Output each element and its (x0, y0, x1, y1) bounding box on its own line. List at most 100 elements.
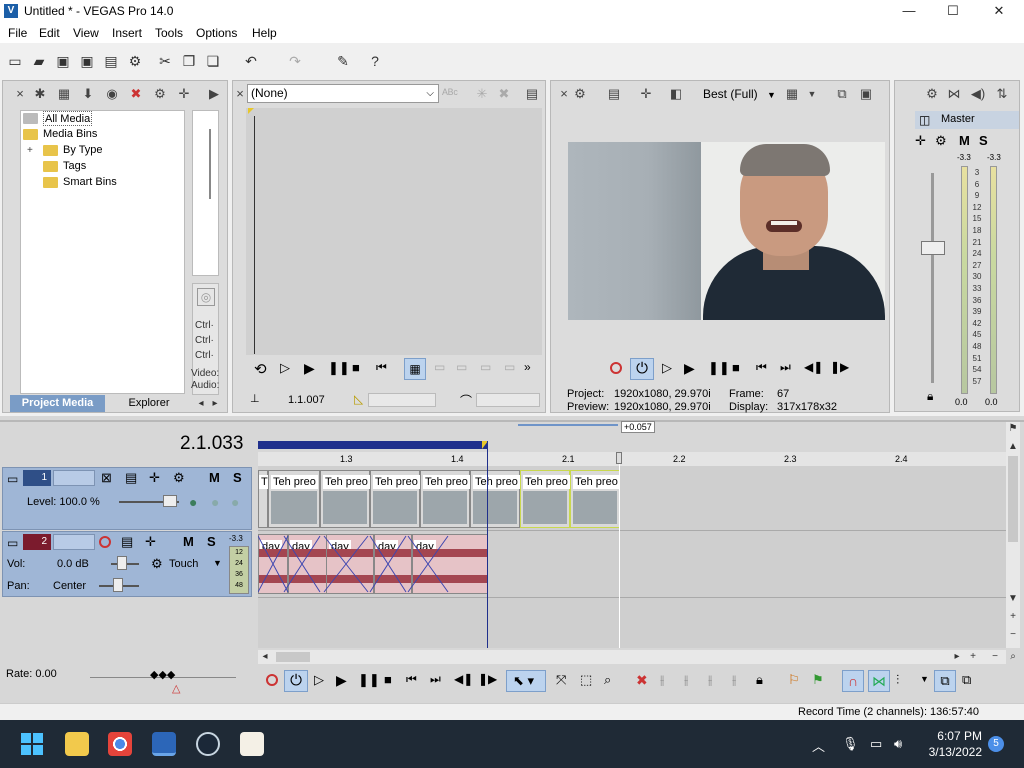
next-frame-icon[interactable]: ❚▶ (830, 360, 849, 374)
normal-edit-tool-icon[interactable]: ⬉ ▾ (506, 670, 546, 692)
tree-item-by-type[interactable]: By Type (63, 143, 103, 158)
audio-mute-button[interactable]: M (183, 534, 194, 549)
timeline-ruler[interactable] (258, 452, 1006, 466)
media-fx-icon[interactable]: ✛ (175, 85, 193, 103)
add-timeline4-icon[interactable]: ▭ (504, 360, 515, 374)
pause-icon[interactable]: ❚❚ (358, 672, 380, 688)
get-media-icon[interactable]: ⬇ (79, 85, 97, 103)
trimmer-out-field[interactable] (476, 393, 540, 407)
track-name-field[interactable] (53, 534, 95, 550)
divider[interactable] (0, 420, 1024, 422)
track-fx-icon[interactable]: ✛ (145, 534, 156, 550)
track-fx-icon[interactable]: ✛ (149, 470, 160, 486)
device-icon[interactable]: ▤ (605, 85, 623, 103)
notification-badge[interactable]: 5 (988, 736, 1004, 752)
play-from-start-icon[interactable]: ▷ (314, 672, 324, 688)
loop-playback-icon[interactable]: ⏻ (630, 358, 654, 380)
clock-date[interactable]: 3/13/2022 (922, 745, 982, 759)
master-fader-handle[interactable] (921, 241, 945, 255)
trimmer-tool-icon[interactable]: ✳ (473, 85, 491, 103)
record-icon[interactable] (266, 674, 278, 686)
split-icon[interactable]: ⫲ (732, 672, 736, 688)
video-clip[interactable]: Teh preo (420, 470, 470, 528)
zoom-out-icon[interactable]: − (988, 650, 1002, 664)
zoom-out-vertical-icon[interactable]: − (1006, 628, 1020, 642)
video-solo-button[interactable]: S (233, 470, 242, 485)
trimmer-view[interactable] (246, 108, 542, 355)
video-clip[interactable]: Teh preo (470, 470, 520, 528)
video-mute-button[interactable]: M (209, 470, 220, 485)
selection-tool-icon[interactable]: ⬚ (580, 672, 592, 688)
master-fx-icon[interactable]: ✛ (915, 133, 926, 149)
add-timeline3-icon[interactable]: ▭ (480, 360, 491, 374)
parent-icon[interactable]: ● (211, 494, 219, 510)
play-from-start-icon[interactable]: ▷ (662, 360, 672, 376)
chevron-up-icon[interactable]: ︿ (812, 736, 825, 755)
composite-mode-icon[interactable]: ● (189, 494, 197, 510)
panel-more-icon[interactable]: ▶ (205, 85, 223, 103)
overlay-icon[interactable]: ◧ (667, 85, 685, 103)
video-clip[interactable]: Teh preo (320, 470, 370, 528)
expand-icon[interactable]: + (27, 145, 33, 156)
menu-edit[interactable]: Edit (39, 26, 60, 40)
lock-icon[interactable]: 🔒︎ (756, 672, 763, 688)
audio-track-header[interactable]: ▭ 2 ▤ ✛ M S Vol: 0.0 dB ⚙ Touch ▼ Pan: C… (2, 531, 252, 597)
zoom-tool-icon[interactable]: ⌕ (1006, 650, 1020, 664)
chevron-down-icon[interactable]: ▼ (213, 558, 222, 568)
ripple-edit-icon[interactable]: ⫶ (896, 672, 899, 688)
timeline-horizontal-scrollbar[interactable]: ◂ ▸ + − (258, 650, 1006, 664)
scroll-right-icon[interactable]: ▸ (950, 650, 964, 664)
menu-options[interactable]: Options (196, 26, 237, 40)
chrome-icon[interactable] (108, 732, 132, 756)
microphone-icon[interactable]: 🎙︎ (842, 736, 859, 752)
paint-icon[interactable]: ✎ (334, 52, 352, 70)
tree-item-media-bins[interactable]: Media Bins (43, 127, 97, 142)
play-from-start-icon[interactable]: ▷ (280, 360, 290, 376)
help-question-icon[interactable]: ? (366, 52, 384, 70)
menu-view[interactable]: View (73, 26, 99, 40)
video-clip-selected[interactable]: Teh preo (520, 470, 570, 528)
automation-gear-icon[interactable]: ⚙ (151, 556, 163, 572)
menu-file[interactable]: File (8, 26, 27, 40)
snapping-icon[interactable]: ∩ (842, 670, 864, 692)
trim-start-icon[interactable]: ⫲ (684, 672, 688, 688)
dim-icon[interactable]: ⇅ (993, 85, 1011, 103)
playhead-handle[interactable] (616, 452, 622, 464)
play-icon[interactable]: ▶ (684, 360, 695, 377)
save-icon[interactable]: ▣ (54, 52, 72, 70)
tree-item-all-media[interactable]: All Media (43, 111, 93, 126)
import-media-icon[interactable]: ✱ (31, 85, 49, 103)
vegas-pro-icon[interactable] (152, 732, 176, 756)
stop-icon[interactable]: ■ (732, 360, 740, 375)
prev-frame-icon[interactable]: ◀❚ (804, 360, 823, 374)
in-point-icon[interactable]: ⊥ (250, 392, 260, 405)
collapse-icon[interactable]: ▭ (7, 536, 18, 550)
web-media-icon[interactable]: ◉ (103, 85, 121, 103)
volume-icon[interactable]: 🔊︎ (894, 736, 902, 752)
play-icon[interactable]: ▶ (304, 360, 315, 377)
loop-region[interactable] (258, 441, 488, 449)
paste-icon[interactable]: ❏ (204, 52, 222, 70)
trim-end-icon[interactable]: ⫲ (708, 672, 712, 688)
tree-item-smart-bins[interactable]: Smart Bins (63, 175, 117, 190)
media-properties-icon[interactable]: ⚙ (151, 85, 169, 103)
trimmer-abc-icon[interactable]: ᴬᴮᶜ (441, 85, 459, 103)
stop-icon[interactable]: ■ (384, 672, 392, 687)
add-timeline2-icon[interactable]: ▭ (456, 360, 467, 374)
pan-slider-handle[interactable] (113, 578, 123, 592)
track-name-field[interactable] (53, 470, 95, 486)
compositing-icon[interactable]: ▤ (125, 470, 137, 486)
play-icon[interactable]: ▶ (336, 672, 347, 689)
motion-icon[interactable]: ⊠ (101, 470, 112, 486)
marker-icon[interactable]: ◺ (354, 392, 363, 406)
scroll-left-icon[interactable]: ◂ (194, 397, 208, 411)
trimmer-mode-icon[interactable]: ▦ (404, 358, 426, 380)
panel-close-icon[interactable]: × (11, 85, 29, 103)
ignore-grouping-icon[interactable]: ⧉ (962, 672, 971, 688)
close-button[interactable]: ✕ (976, 0, 1022, 23)
save-snapshot-icon[interactable]: ▣ (857, 85, 875, 103)
preview-quality-select[interactable]: Best (Full) ▼ (703, 87, 776, 101)
grid-overlay-icon[interactable]: ▦ (783, 85, 801, 103)
steam-icon[interactable] (196, 732, 220, 756)
trimmer-length-field[interactable] (368, 393, 436, 407)
